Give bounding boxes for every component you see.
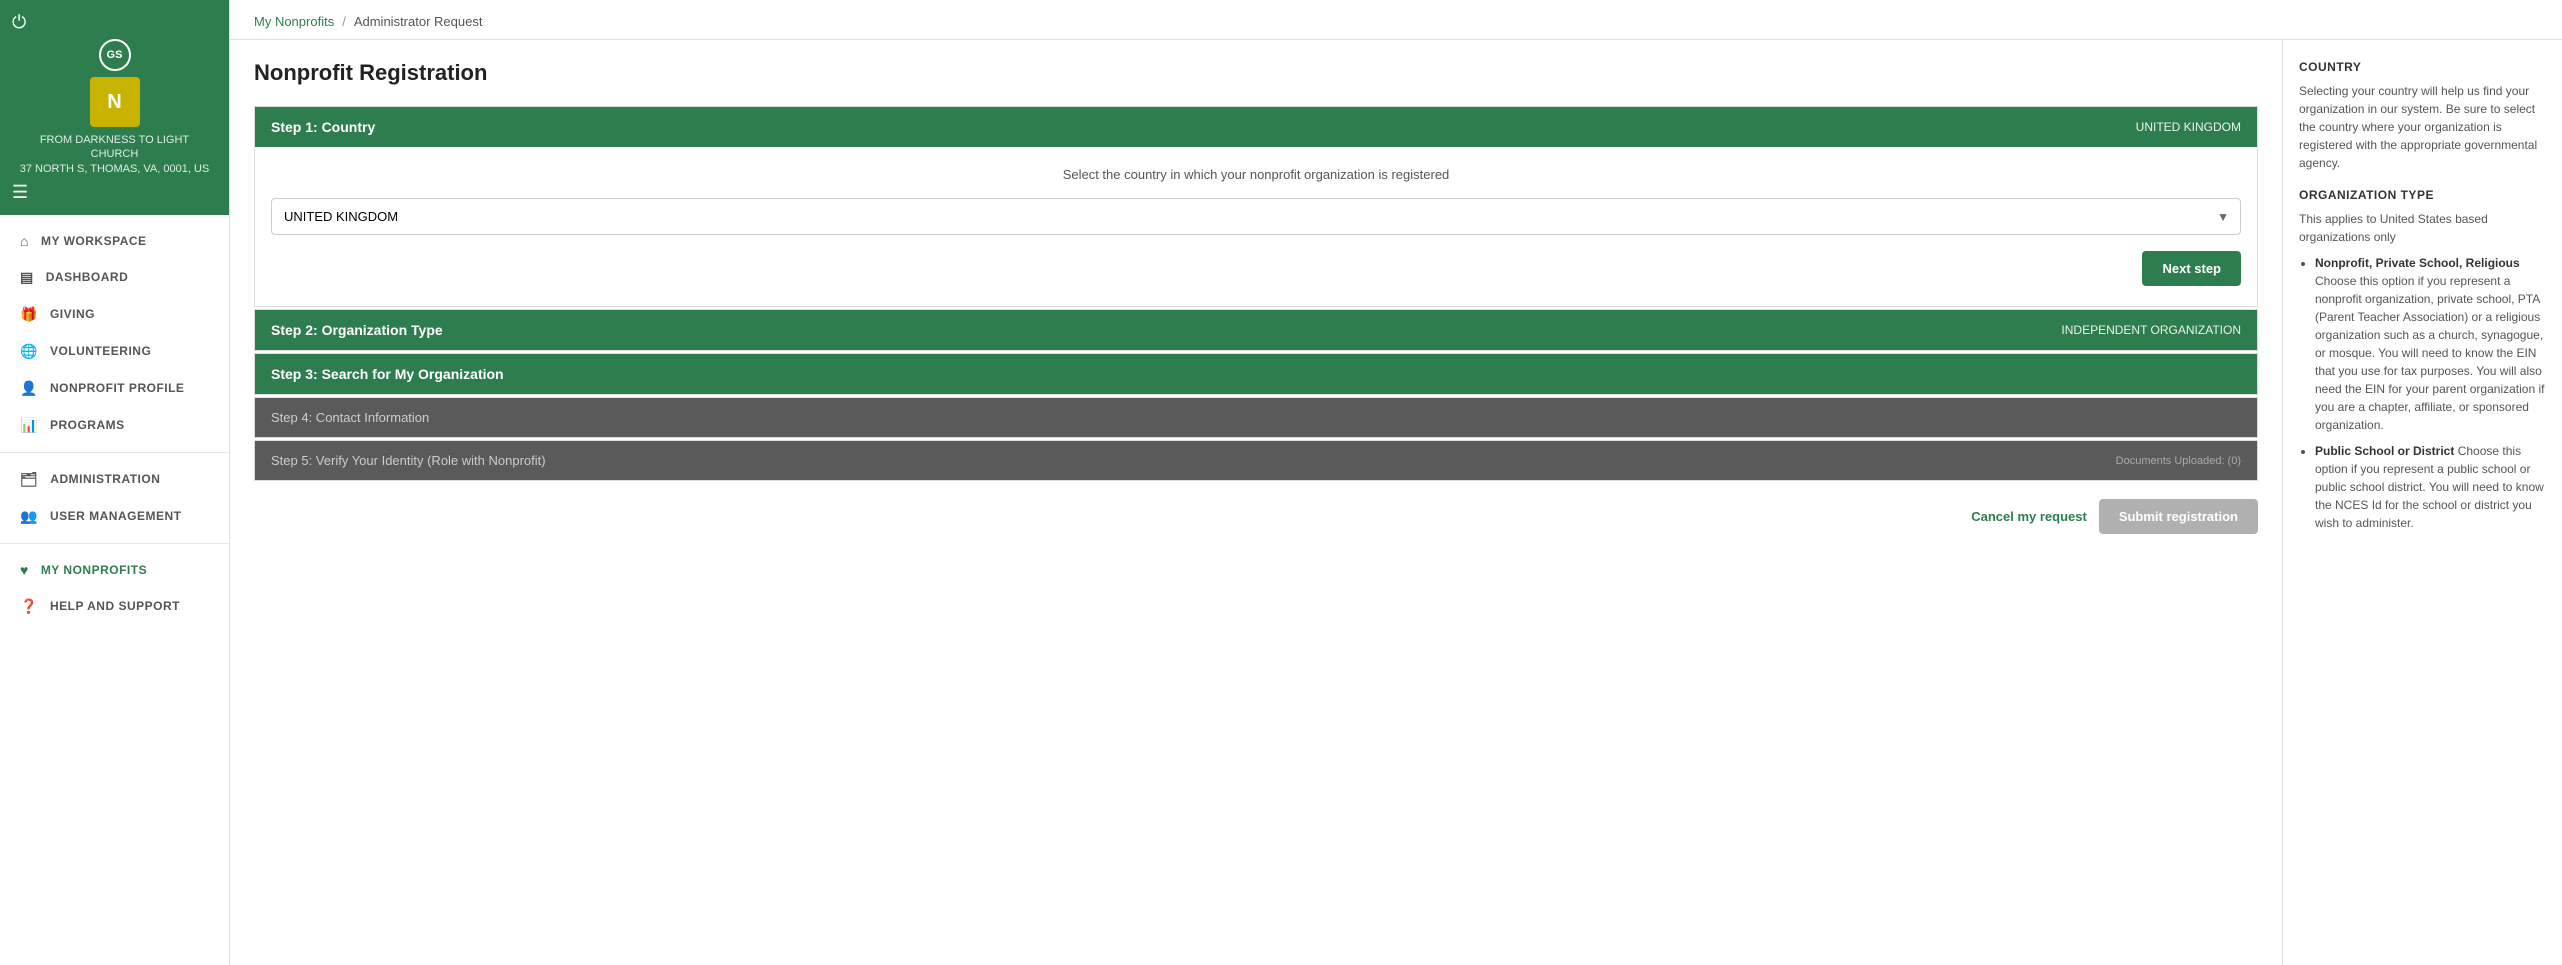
profile-icon: 👤 bbox=[20, 380, 38, 397]
hamburger-icon[interactable]: ☰ bbox=[12, 182, 28, 203]
sidebar-item-my-nonprofits[interactable]: ♥ MY NONPROFITS bbox=[0, 552, 229, 588]
sidebar-item-giving[interactable]: 🎁 GIVING bbox=[0, 296, 229, 333]
step1-country-value: UNITED KINGDOM bbox=[2136, 120, 2241, 134]
sidebar-item-label: HELP AND SUPPORT bbox=[50, 599, 180, 613]
sidebar-nav: ⌂ MY WORKSPACE ▤ DASHBOARD 🎁 GIVING 🌐 VO… bbox=[0, 215, 229, 965]
bottom-actions: Cancel my request Submit registration bbox=[254, 483, 2258, 538]
topbar: My Nonprofits / Administrator Request bbox=[230, 0, 2562, 40]
panel-country-title: COUNTRY bbox=[2299, 60, 2546, 74]
panel-org-type-list: Nonprofit, Private School, Religious Cho… bbox=[2299, 254, 2546, 532]
step1-title: Step 1: Country bbox=[271, 119, 375, 135]
cancel-request-link[interactable]: Cancel my request bbox=[1971, 509, 2087, 524]
step2-header: Step 2: Organization Type Independent or… bbox=[255, 310, 2257, 350]
step2-value: Independent organization bbox=[2061, 323, 2241, 337]
next-step-button[interactable]: Next step bbox=[2142, 251, 2241, 286]
step1-description: Select the country in which your nonprof… bbox=[271, 167, 2241, 182]
sidebar-item-nonprofit-profile[interactable]: 👤 NONPROFIT PROFILE bbox=[0, 370, 229, 407]
step5-value: Documents Uploaded: (0) bbox=[2116, 455, 2241, 467]
sidebar-item-label: VOLUNTEERING bbox=[50, 344, 151, 358]
volunteering-icon: 🌐 bbox=[20, 343, 38, 360]
step1-block: Step 1: Country UNITED KINGDOM Select th… bbox=[254, 106, 2258, 307]
sidebar: ⏻ GS N FROM DARKNESS TO LIGHT CHURCH 37 … bbox=[0, 0, 230, 965]
panel-org-type-title: ORGANIZATION TYPE bbox=[2299, 188, 2546, 202]
country-select-wrapper: UNITED KINGDOM UNITED STATES CANADA AUST… bbox=[271, 198, 2241, 235]
step5-title: Step 5: Verify Your Identity (Role with … bbox=[271, 453, 546, 468]
step5-header: Step 5: Verify Your Identity (Role with … bbox=[255, 441, 2257, 480]
power-icon[interactable]: ⏻ bbox=[12, 12, 26, 33]
sidebar-item-user-management[interactable]: 👥 USER MANAGEMENT bbox=[0, 498, 229, 535]
nav-divider-2 bbox=[0, 543, 229, 544]
home-icon: ⌂ bbox=[20, 233, 29, 249]
panel-list-item-2: Public School or District Choose this op… bbox=[2315, 442, 2546, 532]
sidebar-header: ⏻ GS N FROM DARKNESS TO LIGHT CHURCH 37 … bbox=[0, 0, 229, 215]
right-panel: COUNTRY Selecting your country will help… bbox=[2282, 40, 2562, 965]
org-name: FROM DARKNESS TO LIGHT CHURCH 37 NORTH S… bbox=[20, 133, 210, 176]
breadcrumb-link[interactable]: My Nonprofits bbox=[254, 14, 334, 29]
step1-header: Step 1: Country UNITED KINGDOM bbox=[255, 107, 2257, 147]
sidebar-item-label: MY NONPROFITS bbox=[41, 563, 147, 577]
panel-list-item-1-bold: Nonprofit, Private School, Religious bbox=[2315, 256, 2520, 270]
panel-country-text: Selecting your country will help us find… bbox=[2299, 82, 2546, 172]
step4-header: Step 4: Contact Information bbox=[255, 398, 2257, 437]
step4-title: Step 4: Contact Information bbox=[271, 410, 429, 425]
sidebar-item-volunteering[interactable]: 🌐 VOLUNTEERING bbox=[0, 333, 229, 370]
panel-list-item-2-bold: Public School or District bbox=[2315, 444, 2454, 458]
sidebar-item-programs[interactable]: 📊 PROGRAMS bbox=[0, 407, 229, 444]
country-select[interactable]: UNITED KINGDOM UNITED STATES CANADA AUST… bbox=[271, 198, 2241, 235]
panel-org-type-note: This applies to United States based orga… bbox=[2299, 210, 2546, 246]
main-area: My Nonprofits / Administrator Request No… bbox=[230, 0, 2562, 965]
administration-icon: 🗂 bbox=[20, 471, 38, 488]
content-wrapper: Nonprofit Registration Step 1: Country U… bbox=[230, 40, 2562, 965]
page-title: Nonprofit Registration bbox=[254, 60, 2258, 86]
user-mgmt-icon: 👥 bbox=[20, 508, 38, 525]
step3-title: Step 3: Search for My Organization bbox=[271, 366, 504, 382]
submit-registration-button[interactable]: Submit registration bbox=[2099, 499, 2258, 534]
breadcrumb-current: Administrator Request bbox=[354, 14, 483, 29]
my-nonprofits-icon: ♥ bbox=[20, 562, 29, 578]
panel-list-item-1-text: Choose this option if you represent a no… bbox=[2315, 274, 2544, 432]
sidebar-item-label: GIVING bbox=[50, 307, 95, 321]
panel-list-item-1: Nonprofit, Private School, Religious Cho… bbox=[2315, 254, 2546, 434]
main-content: Nonprofit Registration Step 1: Country U… bbox=[230, 40, 2282, 965]
org-logo: N bbox=[90, 77, 140, 127]
sidebar-item-label: DASHBOARD bbox=[46, 270, 129, 284]
user-initials-badge: GS bbox=[99, 39, 131, 71]
giving-icon: 🎁 bbox=[20, 306, 38, 323]
sidebar-item-my-workspace[interactable]: ⌂ MY WORKSPACE bbox=[0, 223, 229, 259]
step2-block: Step 2: Organization Type Independent or… bbox=[254, 309, 2258, 351]
sidebar-item-administration[interactable]: 🗂 ADMINISTRATION bbox=[0, 461, 229, 498]
sidebar-item-help-support[interactable]: ❓ HELP AND SUPPORT bbox=[0, 588, 229, 625]
step2-title: Step 2: Organization Type bbox=[271, 322, 443, 338]
step5-block: Step 5: Verify Your Identity (Role with … bbox=[254, 440, 2258, 481]
step1-body: Select the country in which your nonprof… bbox=[255, 147, 2257, 306]
dashboard-icon: ▤ bbox=[20, 269, 34, 286]
sidebar-item-label: NONPROFIT PROFILE bbox=[50, 381, 185, 395]
sidebar-item-label: USER MANAGEMENT bbox=[50, 509, 182, 523]
sidebar-item-dashboard[interactable]: ▤ DASHBOARD bbox=[0, 259, 229, 296]
sidebar-item-label: MY WORKSPACE bbox=[41, 234, 147, 248]
programs-icon: 📊 bbox=[20, 417, 38, 434]
breadcrumb-separator: / bbox=[342, 14, 346, 29]
help-icon: ❓ bbox=[20, 598, 38, 615]
step3-block: Step 3: Search for My Organization bbox=[254, 353, 2258, 395]
step4-block: Step 4: Contact Information bbox=[254, 397, 2258, 438]
breadcrumb: My Nonprofits / Administrator Request bbox=[254, 14, 2538, 29]
sidebar-item-label: ADMINISTRATION bbox=[50, 472, 160, 486]
nav-divider bbox=[0, 452, 229, 453]
sidebar-item-label: PROGRAMS bbox=[50, 418, 125, 432]
step3-header: Step 3: Search for My Organization bbox=[255, 354, 2257, 394]
